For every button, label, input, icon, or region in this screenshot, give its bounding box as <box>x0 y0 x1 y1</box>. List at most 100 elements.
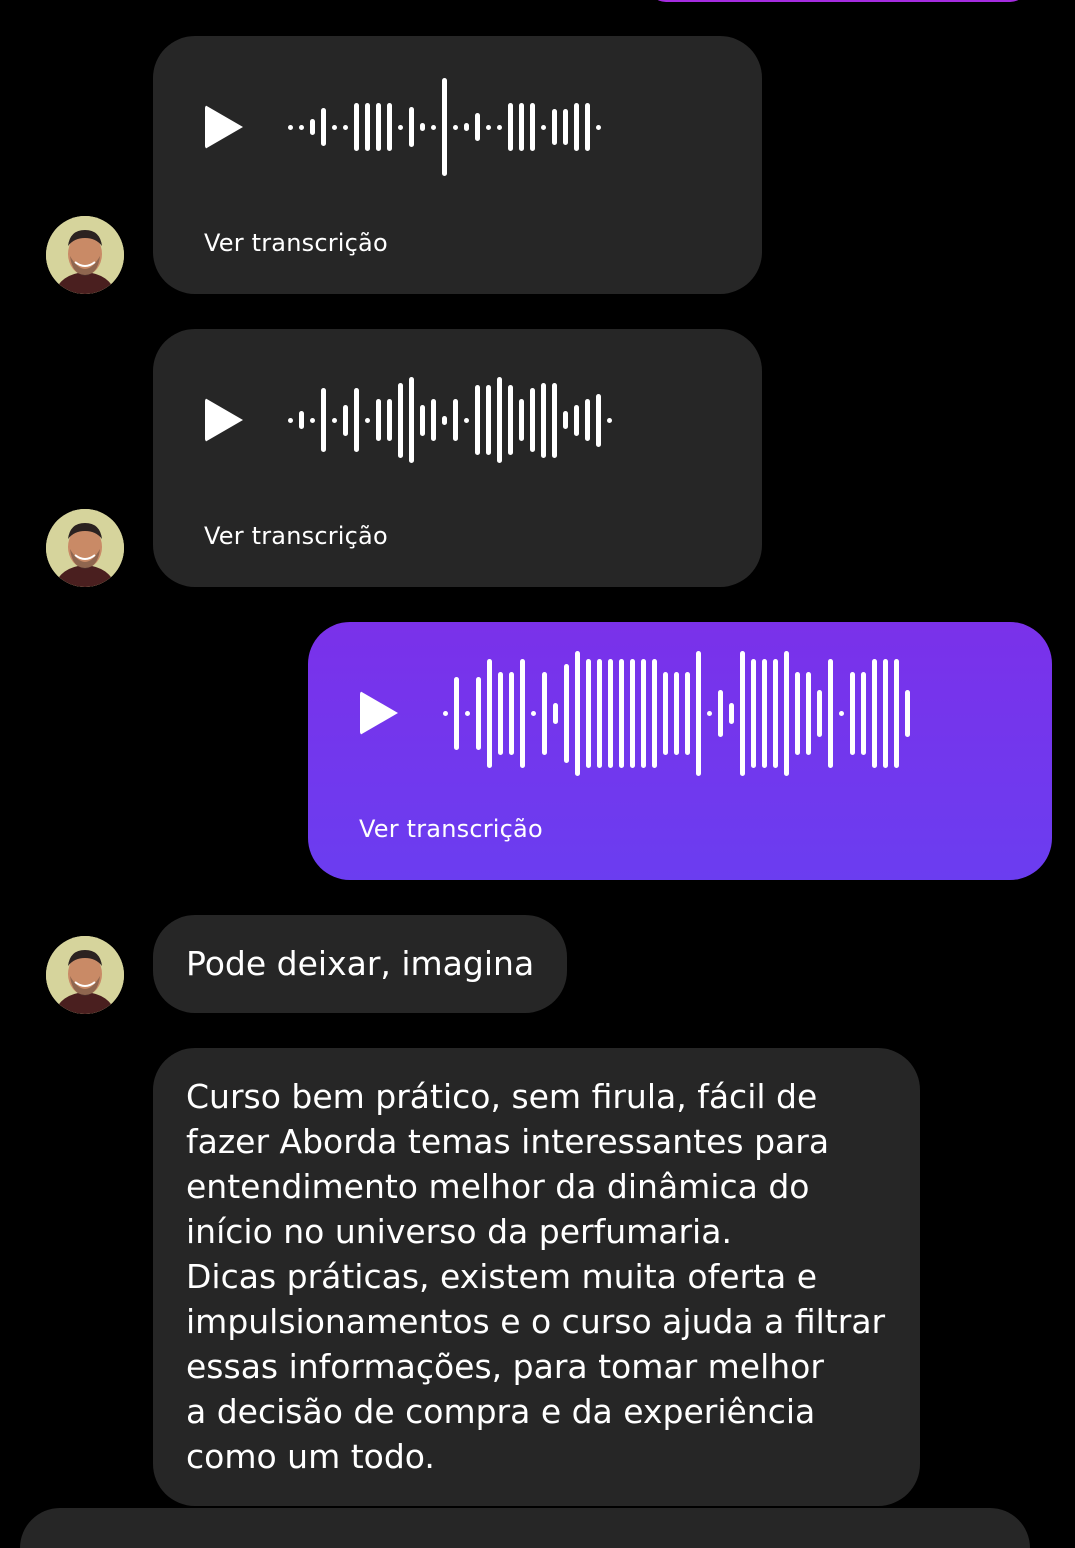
waveform-bar <box>354 388 359 452</box>
view-transcript-link[interactable]: Ver transcrição <box>204 229 388 257</box>
waveform-bar <box>552 109 557 145</box>
audio-waveform[interactable] <box>443 648 910 778</box>
waveform-bar <box>464 417 469 423</box>
waveform-bar <box>486 124 491 130</box>
waveform-bar <box>442 78 447 176</box>
waveform-bar <box>420 123 425 131</box>
waveform-bar <box>674 671 679 755</box>
waveform-bar <box>530 103 535 151</box>
waveform-bar <box>542 671 547 755</box>
waveform-bar <box>376 103 381 151</box>
waveform-bar <box>663 671 668 755</box>
waveform-bar <box>586 658 591 768</box>
waveform-bar <box>387 103 392 151</box>
waveform-bar <box>453 399 458 441</box>
waveform-bar <box>288 417 293 423</box>
waveform-bar <box>608 658 613 768</box>
waveform-bar <box>420 404 425 436</box>
waveform-bar <box>795 671 800 755</box>
view-transcript-link[interactable]: Ver transcrição <box>204 522 388 550</box>
audio-message-sent[interactable]: Ver transcrição <box>308 622 1052 880</box>
play-icon[interactable] <box>205 398 243 442</box>
waveform-bar <box>762 658 767 768</box>
waveform-bar <box>464 123 469 131</box>
waveform-bar <box>574 404 579 436</box>
waveform-bar <box>343 404 348 436</box>
waveform-bar <box>894 658 899 768</box>
message-text: Curso bem prático, sem firula, fácil de … <box>186 1077 886 1476</box>
text-message[interactable]: Curso bem prático, sem firula, fácil de … <box>153 1048 920 1506</box>
waveform-bar <box>475 385 480 455</box>
waveform-bar <box>310 119 315 135</box>
audio-waveform[interactable] <box>288 365 612 475</box>
waveform-bar <box>596 124 601 130</box>
waveform-bar <box>696 650 701 776</box>
waveform-bar <box>476 676 481 750</box>
waveform-bar <box>487 658 492 768</box>
contact-avatar[interactable] <box>46 216 124 294</box>
waveform-bar <box>321 108 326 146</box>
waveform-bar <box>475 113 480 141</box>
waveform-bar <box>354 103 359 151</box>
waveform-bar <box>442 415 447 425</box>
waveform-bar <box>729 702 734 724</box>
waveform-bar <box>454 676 459 750</box>
view-transcript-link[interactable]: Ver transcrição <box>359 815 543 843</box>
waveform-bar <box>486 385 491 455</box>
waveform-bar <box>597 658 602 768</box>
waveform-bar <box>585 103 590 151</box>
audio-message[interactable]: Ver transcrição <box>153 329 762 587</box>
waveform-bar <box>872 658 877 768</box>
waveform-bar <box>630 658 635 768</box>
waveform-bar <box>607 417 612 423</box>
waveform-bar <box>520 658 525 768</box>
waveform-bar <box>509 671 514 755</box>
waveform-bar <box>376 399 381 441</box>
waveform-bar <box>685 671 690 755</box>
waveform-bar <box>365 103 370 151</box>
waveform-bar <box>498 671 503 755</box>
waveform-bar <box>530 388 535 452</box>
waveform-bar <box>718 689 723 737</box>
contact-avatar[interactable] <box>46 936 124 1014</box>
message-text: Pode deixar, imagina <box>186 944 535 983</box>
waveform-bar <box>641 658 646 768</box>
waveform-bar <box>619 658 624 768</box>
waveform-bar <box>850 671 855 755</box>
waveform-bar <box>828 658 833 768</box>
play-icon[interactable] <box>360 691 398 735</box>
waveform-bar <box>541 382 546 458</box>
waveform-bar <box>497 377 502 463</box>
waveform-bar <box>453 124 458 130</box>
waveform-bar <box>508 385 513 455</box>
waveform-bar <box>387 399 392 441</box>
waveform-bar <box>465 710 470 716</box>
play-icon[interactable] <box>205 105 243 149</box>
waveform-bar <box>343 124 348 130</box>
text-message[interactable]: Pode deixar, imagina <box>153 915 568 1013</box>
waveform-bar <box>806 671 811 755</box>
waveform-bar <box>531 710 536 716</box>
waveform-bar <box>740 650 745 776</box>
waveform-bar <box>519 103 524 151</box>
audio-message[interactable]: Ver transcrição <box>153 36 762 294</box>
waveform-bar <box>497 124 502 130</box>
waveform-bar <box>563 411 568 429</box>
waveform-bar <box>575 650 580 776</box>
waveform-bar <box>751 658 756 768</box>
waveform-bar <box>563 109 568 145</box>
waveform-bar <box>519 399 524 441</box>
waveform-bar <box>508 103 513 151</box>
waveform-bar <box>784 650 789 776</box>
contact-avatar[interactable] <box>46 509 124 587</box>
audio-waveform[interactable] <box>288 77 601 177</box>
waveform-bar <box>332 417 337 423</box>
waveform-bar <box>288 124 293 130</box>
waveform-bar <box>585 399 590 441</box>
waveform-bar <box>321 388 326 452</box>
waveform-bar <box>299 411 304 429</box>
waveform-bar <box>553 702 558 724</box>
waveform-bar <box>310 417 315 423</box>
waveform-bar <box>652 658 657 768</box>
waveform-bar <box>443 710 448 716</box>
